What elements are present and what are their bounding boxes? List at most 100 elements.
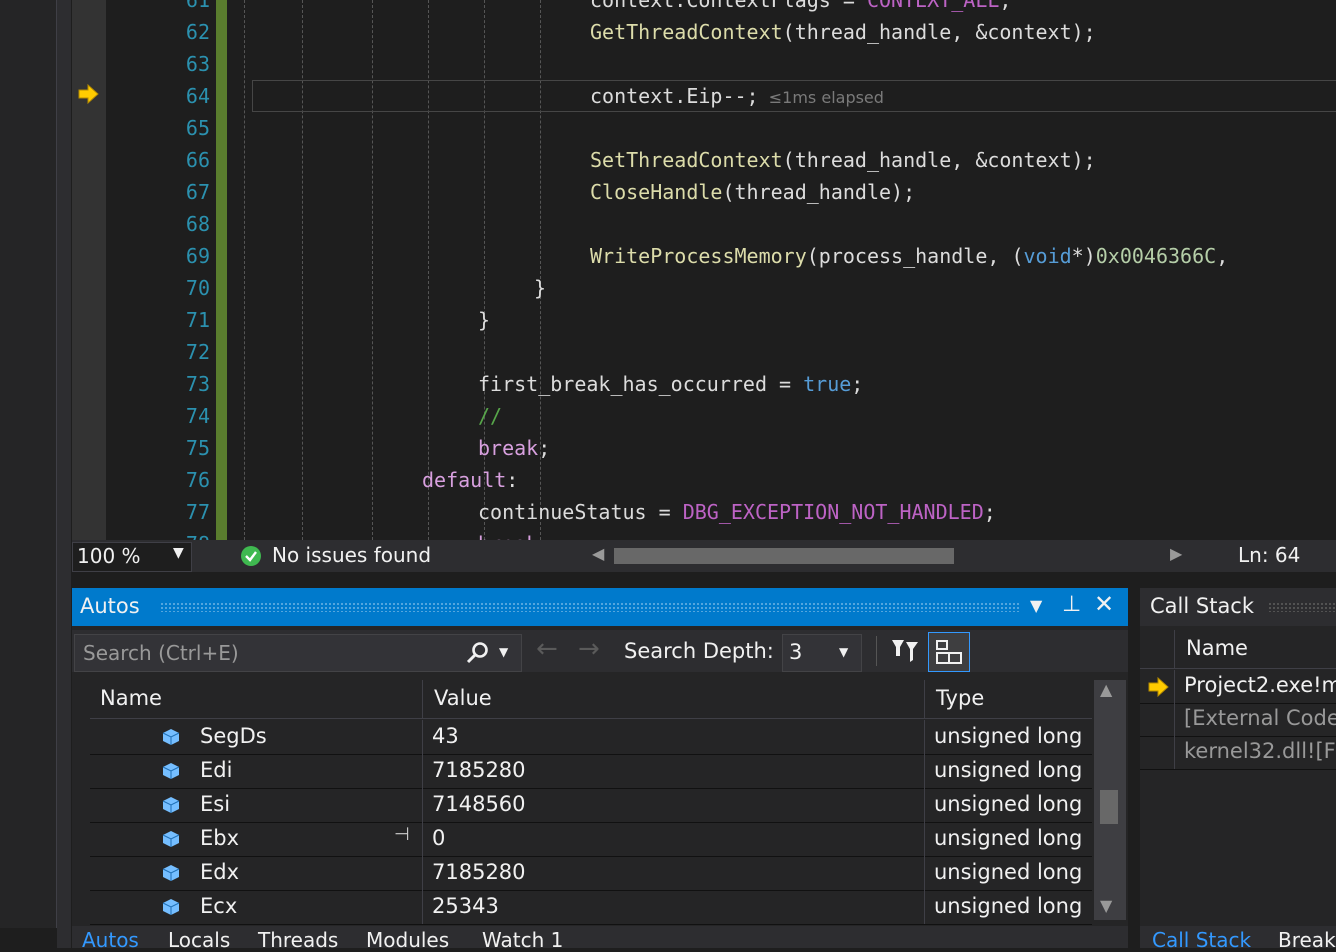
call-stack-header: Name [1140, 630, 1336, 669]
elapsed-time-hint: ≤1ms elapsed [758, 88, 884, 107]
code-line[interactable]: break; [478, 528, 550, 540]
code-line[interactable]: context.ContextFlags = CONTEXT_ALL; [590, 0, 1011, 16]
search-placeholder: Search (Ctrl+E) [83, 641, 239, 665]
code-line[interactable]: break; [478, 432, 550, 464]
search-forward-icon[interactable]: → [578, 634, 600, 664]
tab-threads[interactable]: Threads [258, 928, 338, 952]
code-line[interactable]: context.Eip--; ≤1ms elapsed [590, 80, 884, 112]
code-line[interactable]: } [534, 272, 546, 304]
column-separator [422, 754, 423, 788]
close-icon[interactable]: ✕ [1094, 590, 1114, 618]
code-editor[interactable]: 61 62 63 64 65 66 67 68 69 70 71 72 73 74 75 76 77 78 con… [72, 0, 1336, 540]
table-row[interactable]: Esi 7148560 unsigned long [90, 788, 1092, 823]
indent-guide [244, 0, 245, 540]
editor-status-bar: 100 % ▼ No issues found ◀ ▶ Ln: 64 [72, 540, 1336, 572]
row-value[interactable]: 7148560 [432, 792, 526, 816]
column-header-name[interactable]: Name [100, 686, 162, 710]
search-input[interactable]: Search (Ctrl+E) ▼ [74, 634, 522, 672]
code-line[interactable]: WriteProcessMemory(process_handle, (void… [590, 240, 1228, 272]
filter-pin-icon[interactable] [890, 638, 920, 666]
call-stack-frame[interactable]: Project2.exe!m [1140, 670, 1336, 704]
glyph-margin[interactable] [72, 0, 106, 540]
code-line[interactable]: SetThreadContext(thread_handle, &context… [590, 144, 1096, 176]
horizontal-scroll-thumb[interactable] [614, 548, 954, 564]
column-separator [924, 754, 925, 788]
tab-modules[interactable]: Modules [366, 928, 449, 952]
table-row[interactable]: SegDs 43 unsigned long [90, 720, 1092, 755]
autos-title: Autos [80, 594, 140, 618]
row-value[interactable]: 7185280 [432, 758, 526, 782]
scroll-left-icon[interactable]: ◀ [592, 544, 604, 563]
search-depth-dropdown[interactable]: 3 ▼ [782, 634, 862, 672]
vertical-scroll-thumb[interactable] [1100, 790, 1118, 824]
code-line[interactable]: GetThreadContext(thread_handle, &context… [590, 16, 1096, 48]
line-number: 77 [185, 500, 210, 524]
scroll-up-icon[interactable]: ▲ [1100, 680, 1112, 699]
horizontal-scrollbar[interactable]: ◀ ▶ [592, 544, 1192, 564]
line-number: 70 [185, 276, 210, 300]
current-statement-arrow-icon [78, 84, 99, 104]
row-name: Ebx [200, 826, 240, 850]
table-row[interactable]: Ebx ⊣ 0 unsigned long [90, 822, 1092, 857]
column-separator [924, 890, 925, 924]
column-separator [1174, 703, 1175, 736]
line-number: 76 [185, 468, 210, 492]
columns-toggle-button[interactable] [928, 632, 970, 672]
column-separator [924, 856, 925, 890]
search-options-chevron-icon[interactable]: ▼ [499, 645, 508, 659]
table-row[interactable]: Edi 7185280 unsigned long [90, 754, 1092, 789]
code-line[interactable]: first_break_has_occurred = true; [478, 368, 863, 400]
row-type: unsigned long [934, 758, 1083, 782]
column-header-type[interactable]: Type [936, 686, 984, 710]
tab-locals[interactable]: Locals [168, 928, 230, 952]
scroll-right-icon[interactable]: ▶ [1170, 544, 1182, 563]
row-value[interactable]: 7185280 [432, 860, 526, 884]
code-line[interactable]: } [478, 304, 490, 336]
row-type: unsigned long [934, 792, 1083, 816]
column-header-value[interactable]: Value [434, 686, 492, 710]
autos-title-bar[interactable]: Autos ▼ ⊥ ✕ [72, 588, 1128, 626]
row-value[interactable]: 0 [432, 826, 445, 850]
table-row[interactable]: Edx 7185280 unsigned long [90, 856, 1092, 891]
pin-variable-icon[interactable]: ⊣ [394, 824, 410, 845]
tab-autos[interactable]: Autos [82, 928, 139, 952]
call-stack-frame[interactable]: [External Code [1140, 703, 1336, 737]
call-stack-window: Call Stack Name Project2.exe!m [External … [1140, 588, 1336, 948]
column-separator [1174, 736, 1175, 769]
code-line[interactable]: continueStatus = DBG_EXCEPTION_NOT_HANDL… [478, 496, 996, 528]
column-separator [924, 788, 925, 822]
window-menu-icon[interactable]: ▼ [1030, 596, 1042, 615]
scroll-down-icon[interactable]: ▼ [1100, 896, 1112, 915]
call-stack-tabs: Call Stack Break [1140, 926, 1336, 948]
column-header-name[interactable]: Name [1186, 636, 1248, 660]
chevron-down-icon: ▼ [839, 645, 849, 659]
vertical-scrollbar[interactable]: ▲ ▼ [1094, 680, 1126, 920]
tab-break[interactable]: Break [1278, 928, 1336, 948]
column-separator[interactable] [924, 680, 925, 718]
search-back-icon[interactable]: ← [536, 634, 558, 664]
zoom-dropdown[interactable]: 100 % ▼ [72, 542, 192, 572]
line-number: 61 [185, 0, 210, 12]
table-row[interactable]: Ecx 25343 unsigned long [90, 890, 1092, 925]
column-separator [422, 788, 423, 822]
tab-call-stack[interactable]: Call Stack [1152, 928, 1251, 948]
call-stack-title-bar[interactable]: Call Stack [1140, 588, 1336, 626]
search-icon[interactable] [465, 641, 491, 665]
editor-gutter-strip [57, 0, 71, 948]
call-stack-frame[interactable]: kernel32.dll![Fr [1140, 736, 1336, 770]
code-line[interactable]: // [478, 400, 502, 432]
line-number: 63 [185, 52, 210, 76]
code-line[interactable]: default: [422, 464, 518, 496]
column-separator[interactable] [422, 680, 423, 718]
autos-toolbar: Search (Ctrl+E) ▼ ← → Search Depth: 3 ▼ [72, 630, 1128, 672]
pin-icon[interactable]: ⊥ [1062, 592, 1081, 617]
row-value[interactable]: 25343 [432, 894, 499, 918]
row-type: unsigned long [934, 860, 1083, 884]
column-separator [924, 822, 925, 856]
issues-status[interactable]: No issues found [272, 543, 431, 567]
row-type: unsigned long [934, 724, 1083, 748]
row-value[interactable]: 43 [432, 724, 459, 748]
code-line[interactable]: CloseHandle(thread_handle); [590, 176, 915, 208]
line-number: 67 [185, 180, 210, 204]
tab-watch-1[interactable]: Watch 1 [482, 928, 563, 952]
